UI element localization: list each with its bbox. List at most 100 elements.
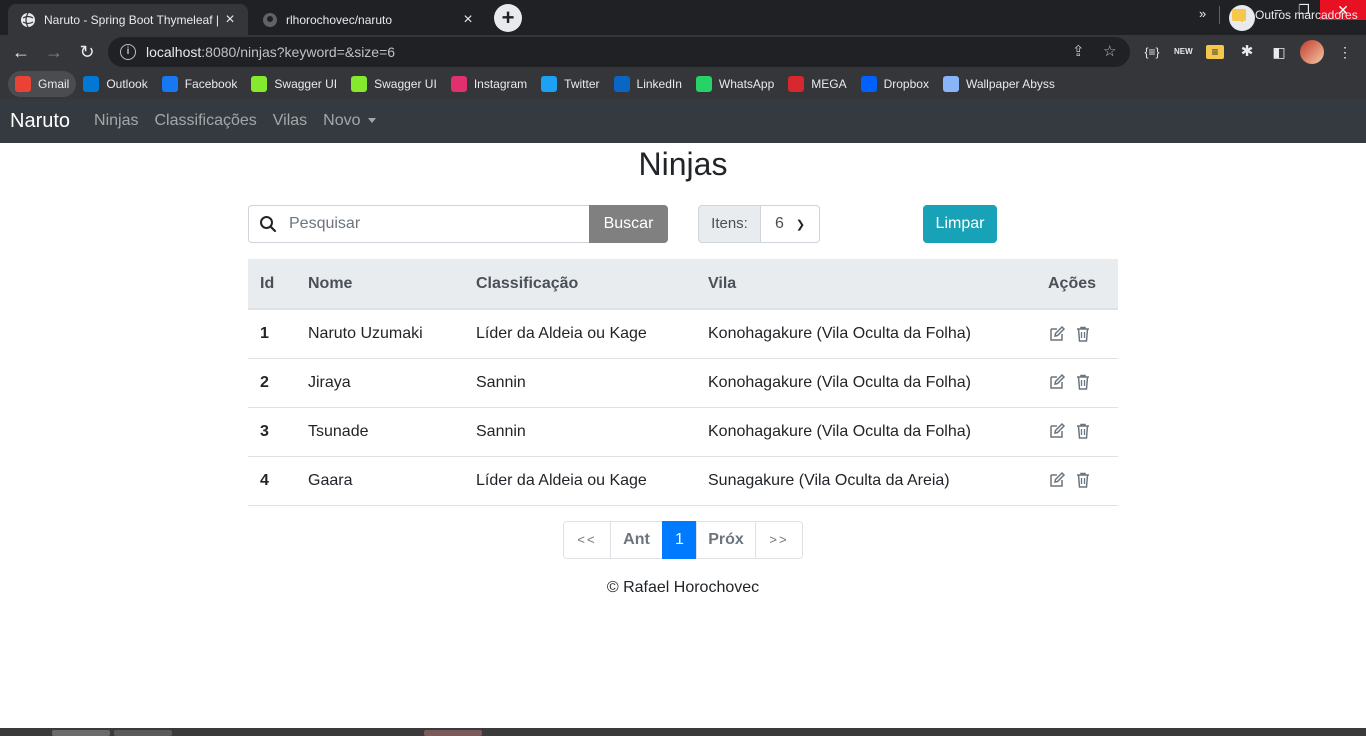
page-current-button[interactable]: 1 xyxy=(662,521,697,559)
instagram-icon xyxy=(450,76,467,92)
cell-vila: Konohagakure (Vila Oculta da Folha) xyxy=(696,358,1036,408)
table-header-row: Id Nome Classificação Vila Ações xyxy=(248,259,1118,310)
close-tab-icon[interactable]: × xyxy=(460,11,476,28)
bookmark-item[interactable]: Outlook xyxy=(76,71,154,97)
new-tab-button[interactable]: + xyxy=(494,4,522,32)
bookmark-item[interactable]: Swagger UI xyxy=(244,71,344,97)
bookmark-item[interactable]: Gmail xyxy=(8,71,77,97)
browser-toolbar: ← → ↻ i localhost:8080/ninjas?keyword=&s… xyxy=(0,35,1366,69)
cell-nome: Tsunade xyxy=(296,407,464,457)
edit-icon[interactable] xyxy=(1048,373,1066,391)
search-button[interactable]: Buscar xyxy=(589,205,668,243)
clear-button[interactable]: Limpar xyxy=(923,205,997,243)
bookmarks-overflow-icon[interactable]: » xyxy=(1199,6,1206,21)
cell-nome: Jiraya xyxy=(296,358,464,408)
search-field[interactable] xyxy=(248,205,589,243)
extension-new-icon[interactable]: NEW xyxy=(1174,43,1193,61)
reload-icon[interactable]: ↻ xyxy=(75,40,99,64)
table-row: 1 Naruto Uzumaki Líder da Aldeia ou Kage Ko… xyxy=(248,309,1118,359)
browser-tab-inactive[interactable]: rlhorochovec/naruto × xyxy=(250,4,486,35)
bookmark-item[interactable]: Wallpaper Abyss xyxy=(936,71,1062,97)
address-bar[interactable]: i localhost:8080/ninjas?keyword=&size=6 xyxy=(108,37,1130,67)
back-arrow-icon[interactable]: ← xyxy=(9,40,33,64)
items-per-page-select[interactable]: 6 ❯ xyxy=(761,205,820,243)
bookmark-item[interactable]: Twitter xyxy=(534,71,606,97)
site-info-icon[interactable]: i xyxy=(120,44,136,60)
bookmark-label: Twitter xyxy=(564,77,600,91)
page-prev-button[interactable]: Ant xyxy=(610,521,663,559)
search-input[interactable] xyxy=(289,215,569,233)
github-icon xyxy=(263,12,277,27)
bookmark-label: Swagger UI xyxy=(274,77,338,91)
share-icon[interactable]: ⇪ xyxy=(1072,42,1085,60)
bookmark-label: LinkedIn xyxy=(636,77,682,91)
trash-icon[interactable] xyxy=(1074,325,1092,343)
page-last-button[interactable]: >> xyxy=(755,521,803,559)
bookmark-label: MEGA xyxy=(811,77,847,91)
items-label: Itens: xyxy=(698,205,761,243)
nav-link-vilas[interactable]: Vilas xyxy=(273,112,307,130)
search-icon xyxy=(260,216,277,233)
edit-icon[interactable] xyxy=(1048,422,1066,440)
bookmark-item[interactable]: WhatsApp xyxy=(689,71,781,97)
bookmark-label: Swagger UI xyxy=(374,77,437,91)
bookmark-item[interactable]: LinkedIn xyxy=(607,71,689,97)
trash-icon[interactable] xyxy=(1074,471,1092,489)
nav-dropdown-label: Novo xyxy=(323,112,361,129)
page-first-button[interactable]: << xyxy=(563,521,611,559)
header-id: Id xyxy=(248,259,296,310)
trash-icon[interactable] xyxy=(1074,373,1092,391)
gmail-icon xyxy=(15,76,31,92)
navbar-brand[interactable]: Naruto xyxy=(10,110,70,133)
nav-link-ninjas[interactable]: Ninjas xyxy=(94,112,138,130)
tab-title: Naruto - Spring Boot Thymeleaf | xyxy=(44,12,218,27)
trash-icon[interactable] xyxy=(1074,422,1092,440)
ninjas-table: Id Nome Classificação Vila Ações 1 Naruto… xyxy=(248,259,1118,506)
facebook-icon xyxy=(161,76,178,92)
taskbar-item[interactable] xyxy=(114,730,172,736)
cell-vila: Konohagakure (Vila Oculta da Folha) xyxy=(696,309,1036,359)
forward-arrow-icon[interactable]: → xyxy=(42,40,66,64)
swagger-icon xyxy=(351,76,368,92)
whatsapp-icon xyxy=(695,76,712,92)
taskbar-item[interactable] xyxy=(424,730,482,736)
bookmark-label: Dropbox xyxy=(883,77,929,91)
cell-id: 3 xyxy=(248,407,296,457)
page-title: Ninjas xyxy=(638,146,728,182)
other-bookmarks-label: Outros marcadores xyxy=(1255,8,1358,22)
bookmark-item[interactable]: MEGA xyxy=(781,71,853,97)
cell-id: 4 xyxy=(248,456,296,506)
wallpaper-abyss-icon xyxy=(942,76,959,92)
close-tab-icon[interactable]: × xyxy=(222,11,238,28)
header-acoes: Ações xyxy=(1036,259,1118,310)
cell-acoes xyxy=(1036,358,1118,408)
nav-link-classificacoes[interactable]: Classificações xyxy=(155,112,257,130)
page-next-button[interactable]: Próx xyxy=(696,521,756,559)
url-text: localhost:8080/ninjas?keyword=&size=6 xyxy=(146,44,396,60)
browser-tab-active[interactable]: Naruto - Spring Boot Thymeleaf | × xyxy=(8,4,248,35)
extensions-puzzle-icon[interactable]: ✱ xyxy=(1238,43,1256,61)
side-panel-icon[interactable]: ◧ xyxy=(1270,43,1288,61)
menu-kebab-icon[interactable]: ⋮ xyxy=(1336,43,1354,61)
bookmark-item[interactable]: Instagram xyxy=(444,71,534,97)
bookmark-item[interactable]: Dropbox xyxy=(854,71,936,97)
chevron-down-icon: ❯ xyxy=(795,218,806,231)
bookmark-star-icon[interactable]: ☆ xyxy=(1103,42,1116,60)
table-row: 4 Gaara Líder da Aldeia ou Kage Sunagakure … xyxy=(248,456,1118,506)
browser-tab-strip: Naruto - Spring Boot Thymeleaf | × rlhor… xyxy=(0,0,1366,35)
taskbar-item[interactable] xyxy=(52,730,110,736)
other-bookmarks-folder[interactable]: Outros marcadores xyxy=(1232,0,1358,30)
edit-icon[interactable] xyxy=(1048,325,1066,343)
profile-avatar[interactable] xyxy=(1300,40,1324,64)
tab-title: rlhorochovec/naruto xyxy=(286,12,393,27)
bookmark-item[interactable]: Swagger UI xyxy=(344,71,444,97)
extension-json-icon[interactable]: {≡} xyxy=(1143,43,1161,61)
extension-folder-icon[interactable]: ≡ xyxy=(1206,45,1224,59)
caret-down-icon xyxy=(367,118,376,124)
nav-dropdown-novo[interactable]: Novo xyxy=(323,112,376,130)
cell-classificacao: Sannin xyxy=(464,358,696,408)
bookmark-label: Gmail xyxy=(38,77,70,91)
bookmark-item[interactable]: Facebook xyxy=(155,71,245,97)
items-select-value: 6 xyxy=(774,215,784,232)
edit-icon[interactable] xyxy=(1048,471,1066,489)
